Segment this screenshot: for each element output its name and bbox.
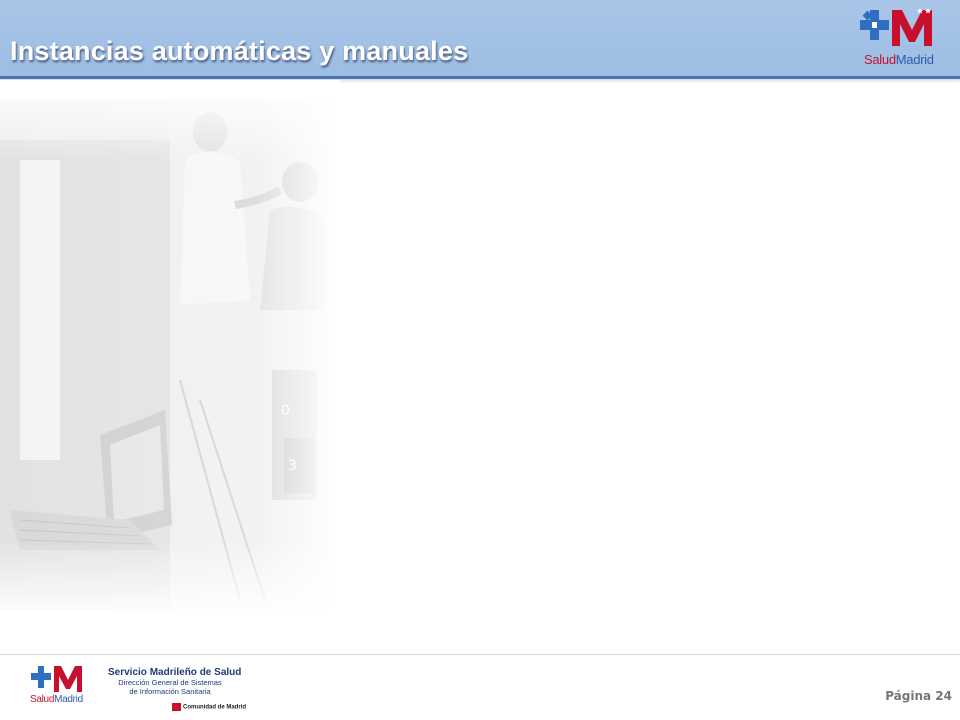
footer-brand-madrid: Madrid [54,694,83,705]
brand-madrid: Madrid [895,52,934,67]
comunidad-flag-icon [172,703,181,711]
page-number: Página 24 [885,689,952,703]
footer-brand-wordmark: SaludMadrid [30,694,83,705]
organization-block: Servicio Madrileño de Salud Dirección Ge… [108,667,258,696]
footer-divider [0,654,960,655]
cross-m-logo-icon [860,8,932,46]
brand-salud: Salud [864,52,896,67]
footer-cross-m-logo-icon [31,666,82,692]
brand-wordmark: SaludMadrid [864,52,934,67]
background-medical-photo: 0 3 [0,80,340,620]
organization-subtitle-2: de Información Sanitaria [129,687,211,696]
footer-brand-salud: Salud [30,694,55,705]
organization-subtitle-1: Dirección General de Sistemas [118,678,222,687]
footer-salud-madrid-logo: SaludMadrid [30,664,96,708]
slide-title: Instancias automáticas y manuales [10,36,469,66]
comunidad-madrid-mark: Comunidad de Madrid [172,703,246,713]
organization-name: Servicio Madrileño de Salud [108,667,242,678]
comunidad-label: Comunidad de Madrid [183,704,246,711]
slide-header: Instancias automáticas y manuales SaludM… [0,0,960,79]
salud-madrid-logo: SaludMadrid [858,6,952,72]
